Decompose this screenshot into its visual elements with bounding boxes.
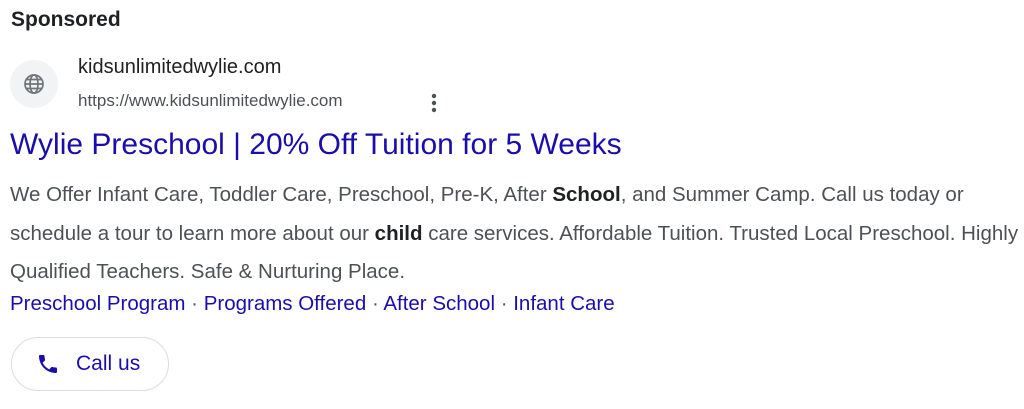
ad-headline-link[interactable]: Wylie Preschool | 20% Off Tuition for 5 … <box>10 128 622 162</box>
globe-icon[interactable] <box>10 60 58 108</box>
call-us-label: Call us <box>76 352 141 375</box>
ad-description: We Offer Infant Care, Toddler Care, Pres… <box>10 176 1020 292</box>
sitelink-separator: · <box>185 292 204 315</box>
sitelink-after-school[interactable]: After School <box>383 292 495 315</box>
description-text: We Offer Infant Care, Toddler Care, Pres… <box>10 183 553 206</box>
sponsored-label: Sponsored <box>11 8 121 31</box>
sitelink-programs-offered[interactable]: Programs Offered <box>204 292 367 315</box>
sitelink-separator: · <box>366 292 384 315</box>
phone-icon <box>36 352 60 376</box>
sitelinks: Preschool Program · Programs Offered · A… <box>10 292 615 316</box>
display-url[interactable]: https://www.kidsunlimitedwylie.com <box>78 91 343 111</box>
call-us-button[interactable]: Call us <box>11 337 169 391</box>
sitelink-preschool-program[interactable]: Preschool Program <box>10 292 185 315</box>
sitelink-separator: · <box>495 292 514 315</box>
description-bold-child: child <box>374 221 423 245</box>
site-name[interactable]: kidsunlimitedwylie.com <box>78 56 281 79</box>
more-vert-icon[interactable] <box>424 91 444 115</box>
sitelink-infant-care[interactable]: Infant Care <box>513 292 614 315</box>
description-bold-school: School <box>552 183 621 206</box>
